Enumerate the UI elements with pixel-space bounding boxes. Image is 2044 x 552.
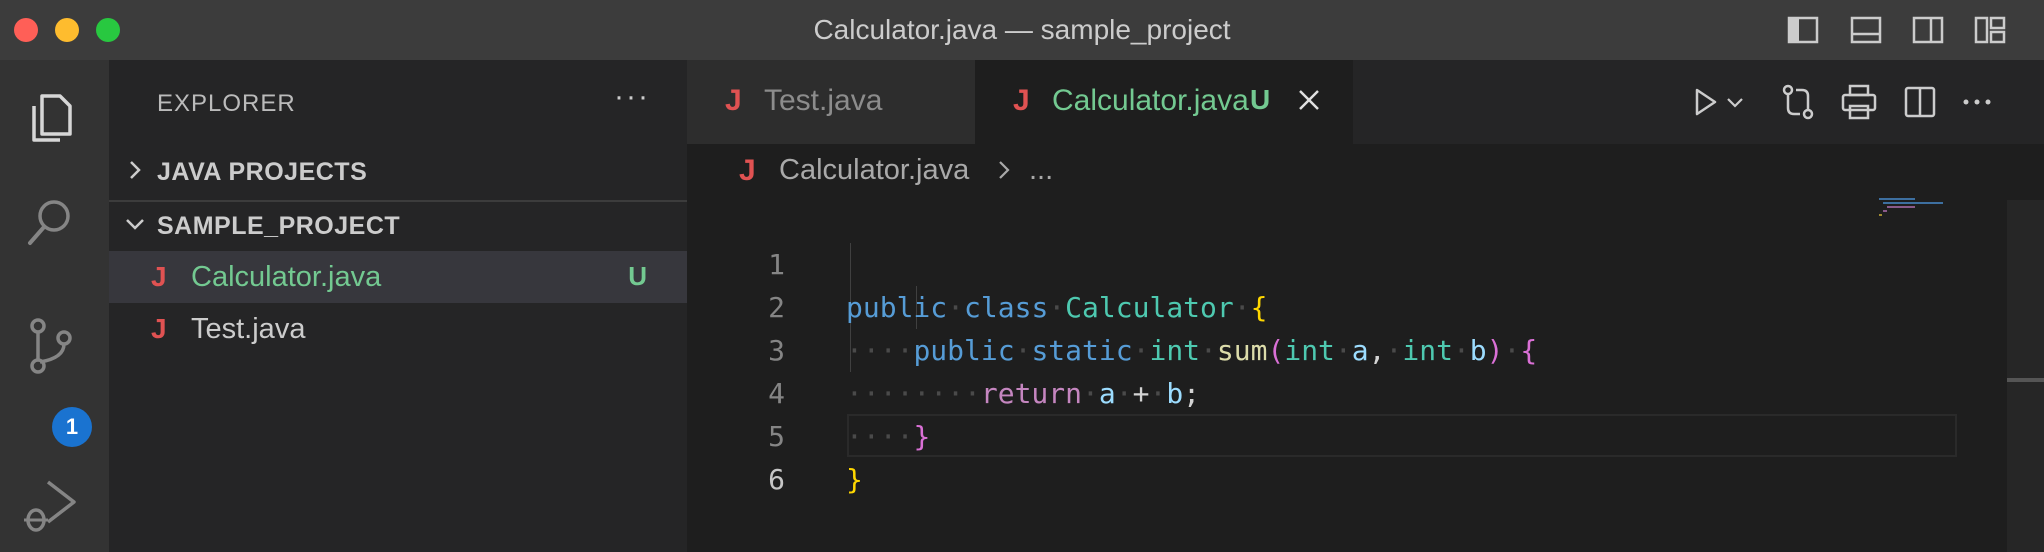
explorer-sidebar: EXPLORER ··· JAVA PROJECTS SAMPLE_PROJEC…: [109, 60, 687, 552]
line-number: 6: [768, 463, 785, 496]
toggle-secondary-sidebar-icon[interactable]: [1910, 12, 1946, 48]
code-line: 3 ········return·a·+·b;: [687, 286, 1987, 410]
vertical-scrollbar[interactable]: [2007, 200, 2044, 552]
section-label: JAVA PROJECTS: [157, 158, 368, 186]
toggle-panel-icon[interactable]: [1848, 12, 1884, 48]
tab-label: Test.java: [764, 84, 883, 117]
customize-layout-icon[interactable]: [1972, 12, 2008, 48]
untracked-status-badge: U: [1250, 84, 1271, 115]
file-name: Test.java: [191, 313, 306, 345]
code-line: 5 }: [687, 372, 1987, 496]
chevron-right-icon: [999, 161, 1010, 179]
section-java-projects[interactable]: JAVA PROJECTS: [109, 146, 687, 198]
chevron-down-icon: [126, 219, 144, 230]
source-control-badge: 1: [52, 407, 92, 447]
untracked-status-badge: U: [628, 261, 647, 291]
search-icon[interactable]: [20, 190, 84, 254]
breadcrumb-symbols[interactable]: ...: [1029, 154, 1053, 187]
tab-calculator-java[interactable]: J Calculator.java U: [975, 60, 1353, 144]
code-line: 4 ····}: [687, 329, 1987, 453]
chevron-right-icon: [130, 161, 141, 179]
editor-tab-bar: J Test.java J Calculator.java U: [687, 60, 2044, 144]
file-item-calculator[interactable]: J Calculator.java U: [109, 251, 687, 303]
java-file-icon: J: [1013, 84, 1030, 117]
more-actions-icon[interactable]: [1957, 82, 1997, 122]
split-editor-icon[interactable]: [1900, 82, 1940, 122]
chevron-down-icon[interactable]: [1723, 82, 1747, 122]
close-icon[interactable]: [1293, 84, 1325, 116]
sidebar-title: EXPLORER: [157, 90, 296, 117]
section-label: SAMPLE_PROJECT: [157, 212, 401, 240]
code-editor[interactable]: 1 public·class·Calculator·{ 2 ····public…: [687, 200, 2044, 552]
scroll-position-marker: [2007, 378, 2044, 382]
more-actions-icon[interactable]: ···: [614, 80, 650, 114]
toggle-primary-sidebar-icon[interactable]: [1785, 12, 1821, 48]
window-title: Calculator.java — sample_project: [813, 14, 1231, 45]
code-line: 6: [687, 415, 1987, 496]
code-line: 1 public·class·Calculator·{: [687, 200, 1987, 324]
java-file-icon: J: [739, 154, 756, 187]
run-icon[interactable]: [1685, 82, 1725, 122]
source-control-icon[interactable]: [20, 314, 84, 378]
print-icon[interactable]: [1839, 82, 1879, 122]
minimap[interactable]: [1877, 196, 1957, 226]
run-debug-icon[interactable]: [20, 476, 84, 540]
java-file-icon: J: [151, 313, 167, 344]
section-sample-project[interactable]: SAMPLE_PROJECT: [109, 200, 687, 252]
file-item-test[interactable]: J Test.java: [109, 303, 687, 355]
activity-bar: 1: [0, 60, 109, 552]
open-changes-icon[interactable]: [1778, 82, 1818, 122]
tab-label: Calculator.java: [1052, 84, 1249, 117]
java-file-icon: J: [725, 84, 742, 117]
explorer-icon[interactable]: [20, 86, 84, 150]
code-text: }: [846, 463, 863, 496]
title-bar: Calculator.java — sample_project: [0, 0, 2044, 60]
tab-test-java[interactable]: J Test.java: [687, 60, 975, 144]
file-name: Calculator.java: [191, 261, 382, 293]
breadcrumb: J Calculator.java ...: [687, 144, 2044, 200]
breadcrumb-file[interactable]: Calculator.java: [779, 154, 969, 187]
java-file-icon: J: [151, 261, 167, 292]
code-line: 2 ····public·static·int·sum(int·a,·int·b…: [687, 243, 1987, 367]
